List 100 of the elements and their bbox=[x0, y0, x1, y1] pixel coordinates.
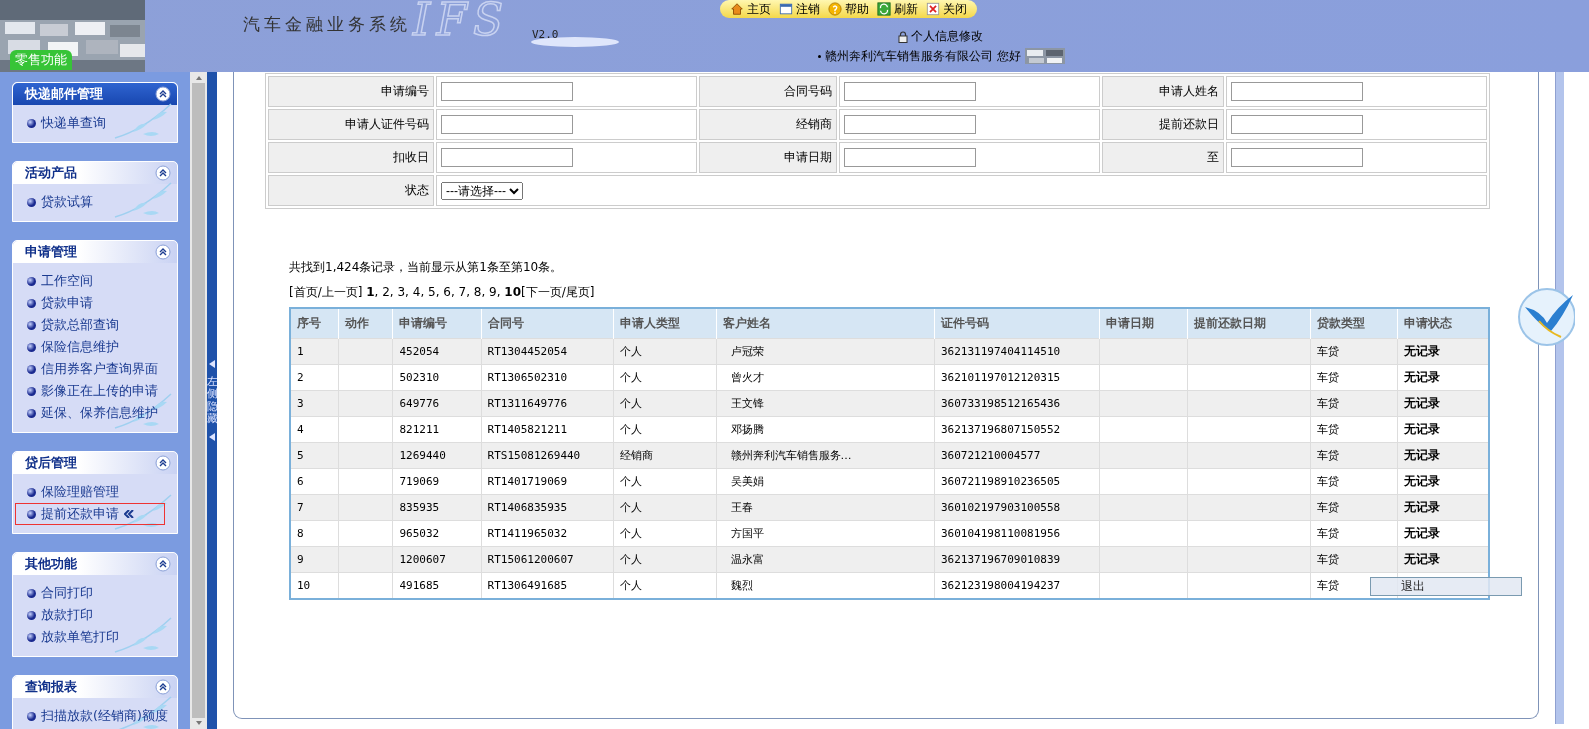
profile-link[interactable]: 个人信息修改 bbox=[911, 28, 983, 45]
toolbar-button[interactable]: 刷新 bbox=[875, 0, 920, 18]
toolbar-button[interactable]: 注销 bbox=[777, 0, 822, 18]
table-cell: 车贷 bbox=[1310, 390, 1398, 417]
table-cell: 362137196807150552 bbox=[934, 416, 1100, 443]
table-cell: 个人 bbox=[613, 390, 717, 417]
table-cell: 邓扬腾 bbox=[716, 416, 935, 443]
table-cell: 719069 bbox=[392, 468, 482, 495]
table-cell: RT15061200607 bbox=[481, 546, 614, 573]
column-header: 客户姓名 bbox=[716, 308, 935, 339]
table-cell: 方国平 bbox=[716, 520, 935, 547]
column-header: 合同号 bbox=[481, 308, 614, 339]
table-cell: 个人 bbox=[613, 338, 717, 365]
table-cell: 赣州奔利汽车销售服务… bbox=[716, 442, 935, 469]
section-header[interactable]: 其他功能 bbox=[13, 553, 177, 575]
table-cell: RT1311649776 bbox=[481, 390, 614, 417]
table-cell: 835935 bbox=[392, 494, 482, 521]
table-cell: 360733198512165436 bbox=[934, 390, 1100, 417]
sidebar-item[interactable]: 保险理赔管理 bbox=[15, 481, 150, 503]
sidebar-item[interactable]: 影像正在上传的申请 bbox=[15, 380, 189, 402]
section-header[interactable]: 快递邮件管理 bbox=[13, 83, 177, 105]
table-cell: 1200607 bbox=[392, 546, 482, 573]
table-cell: 个人 bbox=[613, 520, 717, 547]
table-cell: 无记录 bbox=[1397, 546, 1489, 573]
toolbar-button[interactable]: 关闭 bbox=[924, 0, 969, 18]
column-header: 动作 bbox=[338, 308, 393, 339]
table-cell: 362137196709010839 bbox=[934, 546, 1100, 573]
table-cell: 车贷 bbox=[1310, 468, 1398, 495]
section-header[interactable]: 贷后管理 bbox=[13, 452, 177, 474]
table-cell: 452054 bbox=[392, 338, 482, 365]
table-cell: 2 bbox=[290, 364, 339, 391]
section-header[interactable]: 查询报表 bbox=[13, 676, 177, 698]
table-cell: 362131197404114510 bbox=[934, 338, 1100, 365]
table-cell: 无记录 bbox=[1397, 338, 1489, 365]
table-cell: 502310 bbox=[392, 364, 482, 391]
table-cell: 无记录 bbox=[1397, 390, 1489, 417]
field-label: 经销商 bbox=[699, 109, 837, 140]
sidebar-item[interactable]: 放款打印 bbox=[15, 604, 124, 626]
collapse-label: 左侧隐藏 bbox=[206, 376, 218, 425]
sidebar-item[interactable]: 贷款申请 bbox=[15, 292, 124, 314]
table-cell: RT1401719069 bbox=[481, 468, 614, 495]
table-cell: 个人 bbox=[613, 416, 717, 443]
table-cell: 吴美娟 bbox=[716, 468, 935, 495]
table-cell: 362101197012120315 bbox=[934, 364, 1100, 391]
table-cell: 3 bbox=[290, 390, 339, 417]
sidebar-item[interactable]: 工作空间 bbox=[15, 270, 124, 292]
column-header: 序号 bbox=[290, 308, 339, 339]
greeting-text: 您好 bbox=[997, 47, 1021, 65]
table-cell: RT1304452054 bbox=[481, 338, 614, 365]
sidebar-item[interactable]: 扫描放款(经销商)额度 bbox=[15, 705, 190, 727]
field-label: 申请编号 bbox=[268, 76, 434, 107]
table-cell: 车贷 bbox=[1310, 520, 1398, 547]
table-cell: 曾火才 bbox=[716, 364, 935, 391]
field-label: 申请人姓名 bbox=[1102, 76, 1224, 107]
sidebar-item[interactable]: 放款单笔打印 bbox=[15, 626, 150, 648]
table-cell: 无记录 bbox=[1397, 494, 1489, 521]
status-dropdown[interactable]: ---请选择--- bbox=[441, 181, 523, 200]
table-cell: 个人 bbox=[613, 494, 717, 521]
column-header: 申请人类型 bbox=[613, 308, 717, 339]
toolbar-button[interactable]: 主页 bbox=[728, 0, 773, 18]
sidebar-item[interactable]: 提前还款申请 bbox=[15, 503, 165, 525]
table-cell: 卢冠荣 bbox=[716, 338, 935, 365]
sidebar-item[interactable]: 快递单查询 bbox=[15, 112, 137, 134]
table-cell: 无记录 bbox=[1397, 442, 1489, 469]
field-label: 提前还款日 bbox=[1102, 109, 1224, 140]
table-cell: 360104198110081956 bbox=[934, 520, 1100, 547]
sidebar-item[interactable]: 信用券客户查询界面 bbox=[15, 358, 189, 380]
table-cell: 车贷 bbox=[1310, 364, 1398, 391]
result-summary: 共找到1,424条记录，当前显示从第1条至第10条。 bbox=[289, 259, 564, 276]
table-cell: 8 bbox=[290, 520, 339, 547]
system-title: 汽车金融业务系统 bbox=[243, 13, 411, 36]
column-header: 证件号码 bbox=[934, 308, 1100, 339]
column-header: 提前还款日期 bbox=[1187, 308, 1310, 339]
toolbar-button[interactable]: 帮助 bbox=[826, 0, 871, 18]
sidebar-item[interactable]: 保险信息维护 bbox=[15, 336, 150, 358]
sidebar-item[interactable]: 贷款试算 bbox=[15, 191, 124, 213]
table-cell: RT1306502310 bbox=[481, 364, 614, 391]
table-cell: RT1406835935 bbox=[481, 494, 614, 521]
table-cell: 王春 bbox=[716, 494, 935, 521]
table-cell: 车贷 bbox=[1310, 338, 1398, 365]
pagination[interactable]: [首页/上一页] 1, 2, 3, 4, 5, 6, 7, 8, 9, 10[下一页/尾页] bbox=[289, 284, 1490, 301]
field-label: 扣收日 bbox=[268, 142, 434, 173]
sidebar-item[interactable]: 合同打印 bbox=[15, 582, 124, 604]
table-cell: 温永富 bbox=[716, 546, 935, 573]
table-cell: 6 bbox=[290, 468, 339, 495]
table-cell: 个人 bbox=[613, 546, 717, 573]
section-header[interactable]: 活动产品 bbox=[13, 162, 177, 184]
field-label: 申请人证件号码 bbox=[268, 109, 434, 140]
exit-button[interactable]: 退出 bbox=[1370, 577, 1522, 596]
collapse-bar[interactable]: 左侧隐藏 bbox=[207, 72, 217, 729]
table-cell: 7 bbox=[290, 494, 339, 521]
section-header[interactable]: 申请管理 bbox=[13, 241, 177, 263]
table-cell: 1 bbox=[290, 338, 339, 365]
table-cell: 4 bbox=[290, 416, 339, 443]
sidebar-item[interactable]: 延保、保养信息维护 bbox=[15, 402, 189, 424]
company-name: 赣州奔利汽车销售服务有限公司 bbox=[825, 47, 993, 65]
sidebar-item[interactable]: 贷款总部查询 bbox=[15, 314, 150, 336]
column-header: 申请编号 bbox=[392, 308, 482, 339]
logo-mark: IFS bbox=[413, 0, 510, 45]
table-cell: 5 bbox=[290, 442, 339, 469]
